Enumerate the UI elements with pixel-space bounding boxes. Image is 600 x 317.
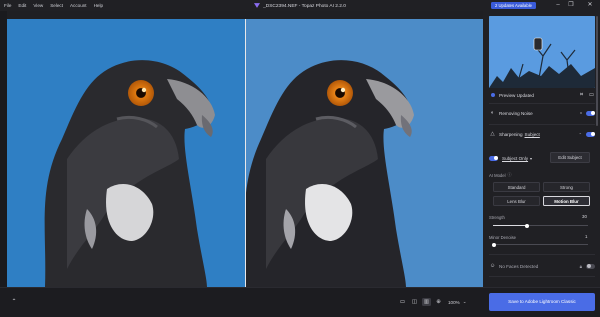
sharpening-toggle[interactable] <box>586 131 595 137</box>
menu-help[interactable]: Help <box>94 3 103 8</box>
model-strong-option[interactable]: Strong <box>543 182 590 192</box>
info-icon[interactable]: ⓘ <box>508 172 512 178</box>
side-by-side-view-icon[interactable]: ▥ <box>422 298 431 306</box>
lock-icon: 🔒︎ <box>579 263 582 269</box>
sharpen-icon: △ <box>490 131 495 137</box>
preview-status-label: Preview Updated <box>499 92 534 98</box>
removing-noise-label: Removing Noise <box>499 110 533 116</box>
compare-icon[interactable]: ▭ <box>588 92 595 99</box>
canvas-top-gap <box>7 11 483 19</box>
face-icon: ☺ <box>489 263 496 269</box>
maximize-icon[interactable]: ❐ <box>566 2 576 9</box>
divider-line <box>489 124 595 125</box>
face-recovery-row[interactable]: ☺ No Faces Detected 🔒︎ <box>489 261 595 271</box>
removing-noise-row[interactable]: ◐ Removing Noise <box>489 108 595 118</box>
thumbnail-image <box>489 16 595 88</box>
model-motion-blur-option[interactable]: Motion Blur <box>543 196 590 206</box>
zoom-dropdown-icon[interactable]: ⌄ <box>463 299 467 305</box>
chevron-up-icon[interactable]: ⌃ <box>579 132 582 137</box>
strength-label: Strength <box>489 214 505 220</box>
menu-view[interactable]: View <box>33 3 43 8</box>
minor-denoise-label: Minor Denoise <box>489 234 516 240</box>
divider-line <box>489 276 595 277</box>
strength-slider-knob[interactable] <box>525 223 529 228</box>
noise-status-dot <box>580 112 582 114</box>
crop-icon[interactable]: ⌗ <box>578 92 585 99</box>
close-icon[interactable]: ✕ <box>585 2 595 9</box>
topaz-logo-icon <box>254 3 261 8</box>
processed-image-pane[interactable] <box>246 19 483 287</box>
menu-edit[interactable]: Edit <box>18 3 26 8</box>
minor-denoise-value: 1 <box>585 234 588 239</box>
minimize-icon[interactable]: – <box>553 2 563 9</box>
ai-model-header: AI Model ⓘ <box>489 171 595 179</box>
minor-denoise-slider-knob[interactable] <box>492 242 496 247</box>
original-image-pane[interactable] <box>7 19 245 287</box>
hawk-original-image <box>7 19 245 287</box>
strength-value: 30 <box>582 214 587 219</box>
divider-line <box>489 254 595 255</box>
subject-dropdown-icon[interactable]: ▾ <box>530 156 532 161</box>
chevron-up-icon[interactable]: ⌃ <box>10 298 18 306</box>
left-toolbar <box>0 11 7 287</box>
divider-line <box>489 103 595 104</box>
preview-status-icon <box>489 92 496 99</box>
save-to-lightroom-button[interactable]: Save to Adobe Lightroom Classic <box>489 293 595 311</box>
navigator-thumbnail[interactable] <box>489 16 595 88</box>
strength-slider-fill <box>493 225 527 227</box>
sharpening-row[interactable]: △ Sharpening Subject ⌃ <box>489 129 595 139</box>
face-recovery-toggle[interactable] <box>586 263 595 269</box>
single-view-icon[interactable]: ▭ <box>398 298 407 306</box>
model-standard-option[interactable]: Standard <box>493 182 540 192</box>
preview-status-row: Preview Updated ⌗ ▭ <box>489 91 595 99</box>
panel-scrollbar[interactable] <box>596 16 598 126</box>
removing-noise-toggle[interactable] <box>586 110 595 116</box>
noise-icon: ◐ <box>490 110 495 116</box>
menu-bar: File Edit View Select Account Help <box>0 3 103 8</box>
ai-model-label: AI Model <box>489 172 506 178</box>
model-lens-blur-option[interactable]: Lens Blur <box>493 196 540 206</box>
subject-only-row[interactable]: Subject Only ▾ <box>489 153 547 163</box>
subject-only-label[interactable]: Subject Only <box>502 156 528 161</box>
sharpening-label: Sharpening <box>499 131 523 137</box>
title-bar: File Edit View Select Account Help _DSC2… <box>0 0 600 11</box>
zoom-icon[interactable]: ⊕ <box>434 298 443 306</box>
view-controls: ▭ ◫ ▥ ⊕ 100% ⌄ <box>398 298 467 306</box>
menu-account[interactable]: Account <box>70 3 87 8</box>
edit-subject-button[interactable]: Edit Subject <box>550 152 590 163</box>
minor-denoise-slider-track[interactable] <box>493 244 588 246</box>
strength-header: Strength <box>489 213 595 221</box>
menu-select[interactable]: Select <box>50 3 63 8</box>
menu-file[interactable]: File <box>4 3 11 8</box>
split-view-icon[interactable]: ◫ <box>410 298 419 306</box>
sharpening-subject-link[interactable]: Subject <box>525 132 540 137</box>
updates-badge[interactable]: 2 Updates Available <box>491 2 536 9</box>
subject-only-toggle[interactable] <box>489 155 498 161</box>
zoom-level[interactable]: 100% <box>448 300 460 305</box>
minor-denoise-header: Minor Denoise <box>489 233 595 241</box>
hawk-processed-image <box>246 19 483 287</box>
no-faces-label: No Faces Detected <box>499 263 539 269</box>
window-title-text: _DSC2394.NEF - Topaz Photo AI 2.2.0 <box>263 4 346 9</box>
